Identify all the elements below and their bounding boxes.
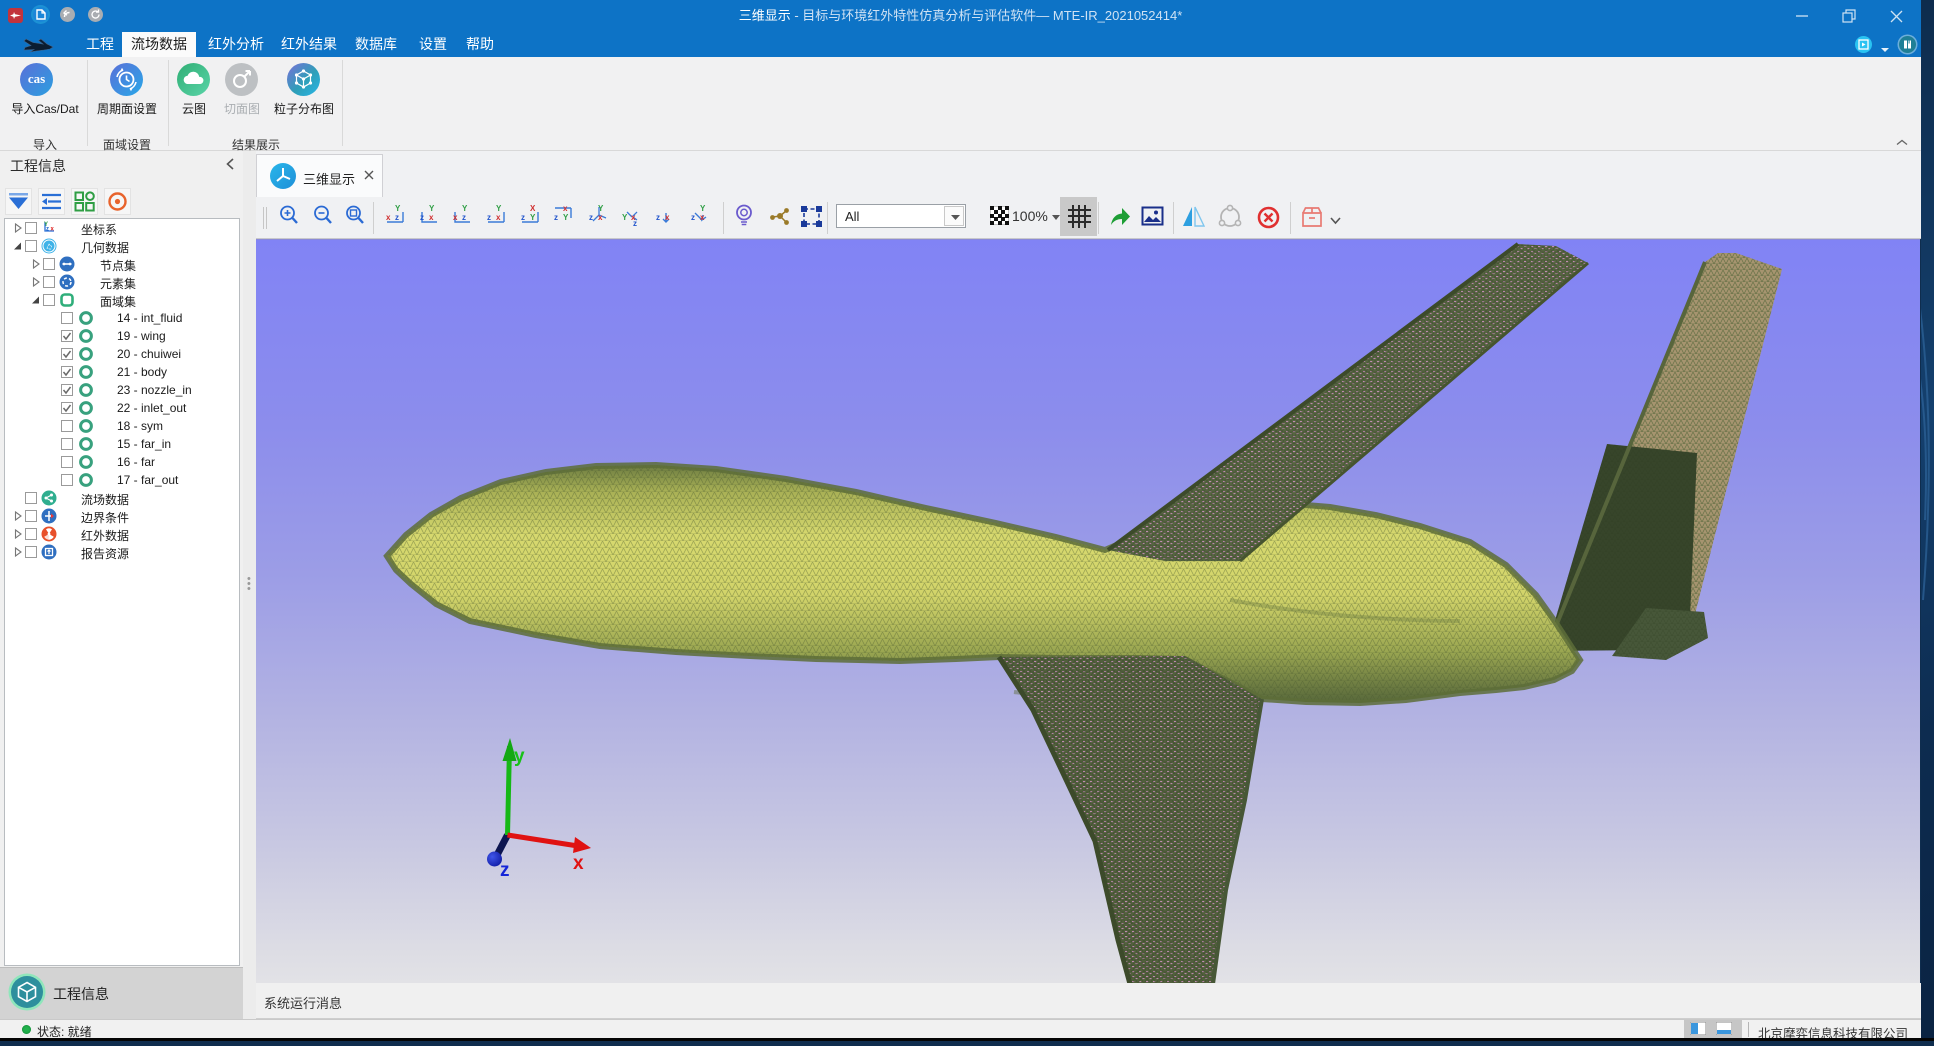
- svg-text:z: z: [554, 213, 558, 222]
- svg-text:z: z: [691, 213, 695, 222]
- svg-text:x: x: [700, 213, 705, 222]
- svg-text:Y: Y: [622, 213, 628, 222]
- svg-text:z: z: [46, 227, 49, 233]
- svg-text:Y: Y: [598, 204, 604, 213]
- svg-text:Y: Y: [563, 213, 569, 222]
- svg-text:x: x: [598, 213, 603, 222]
- svg-text:X: X: [530, 204, 536, 213]
- svg-text:z: z: [420, 213, 424, 222]
- svg-text:Y: Y: [700, 204, 706, 213]
- svg-text:z: z: [656, 213, 660, 222]
- svg-text:Y: Y: [395, 204, 401, 213]
- svg-text:z: z: [395, 213, 399, 222]
- svg-text:Y: Y: [530, 213, 536, 222]
- svg-text:z: z: [462, 213, 466, 222]
- svg-text:x: x: [386, 213, 391, 222]
- svg-text:x: x: [665, 213, 670, 222]
- svg-text:z: z: [487, 213, 491, 222]
- svg-text:x: x: [563, 204, 568, 213]
- svg-text:z: z: [589, 213, 593, 222]
- svg-text:x: x: [429, 213, 434, 222]
- svg-text:z: z: [500, 860, 510, 881]
- svg-text:Y: Y: [496, 204, 502, 213]
- svg-text:z: z: [521, 213, 525, 222]
- svg-text:x: x: [453, 213, 458, 222]
- svg-text:x: x: [631, 213, 636, 222]
- svg-text:Y: Y: [429, 204, 435, 213]
- svg-text:x: x: [496, 213, 501, 222]
- svg-text:Y: Y: [462, 204, 468, 213]
- svg-text:y: y: [514, 746, 525, 767]
- svg-text:x: x: [573, 853, 584, 874]
